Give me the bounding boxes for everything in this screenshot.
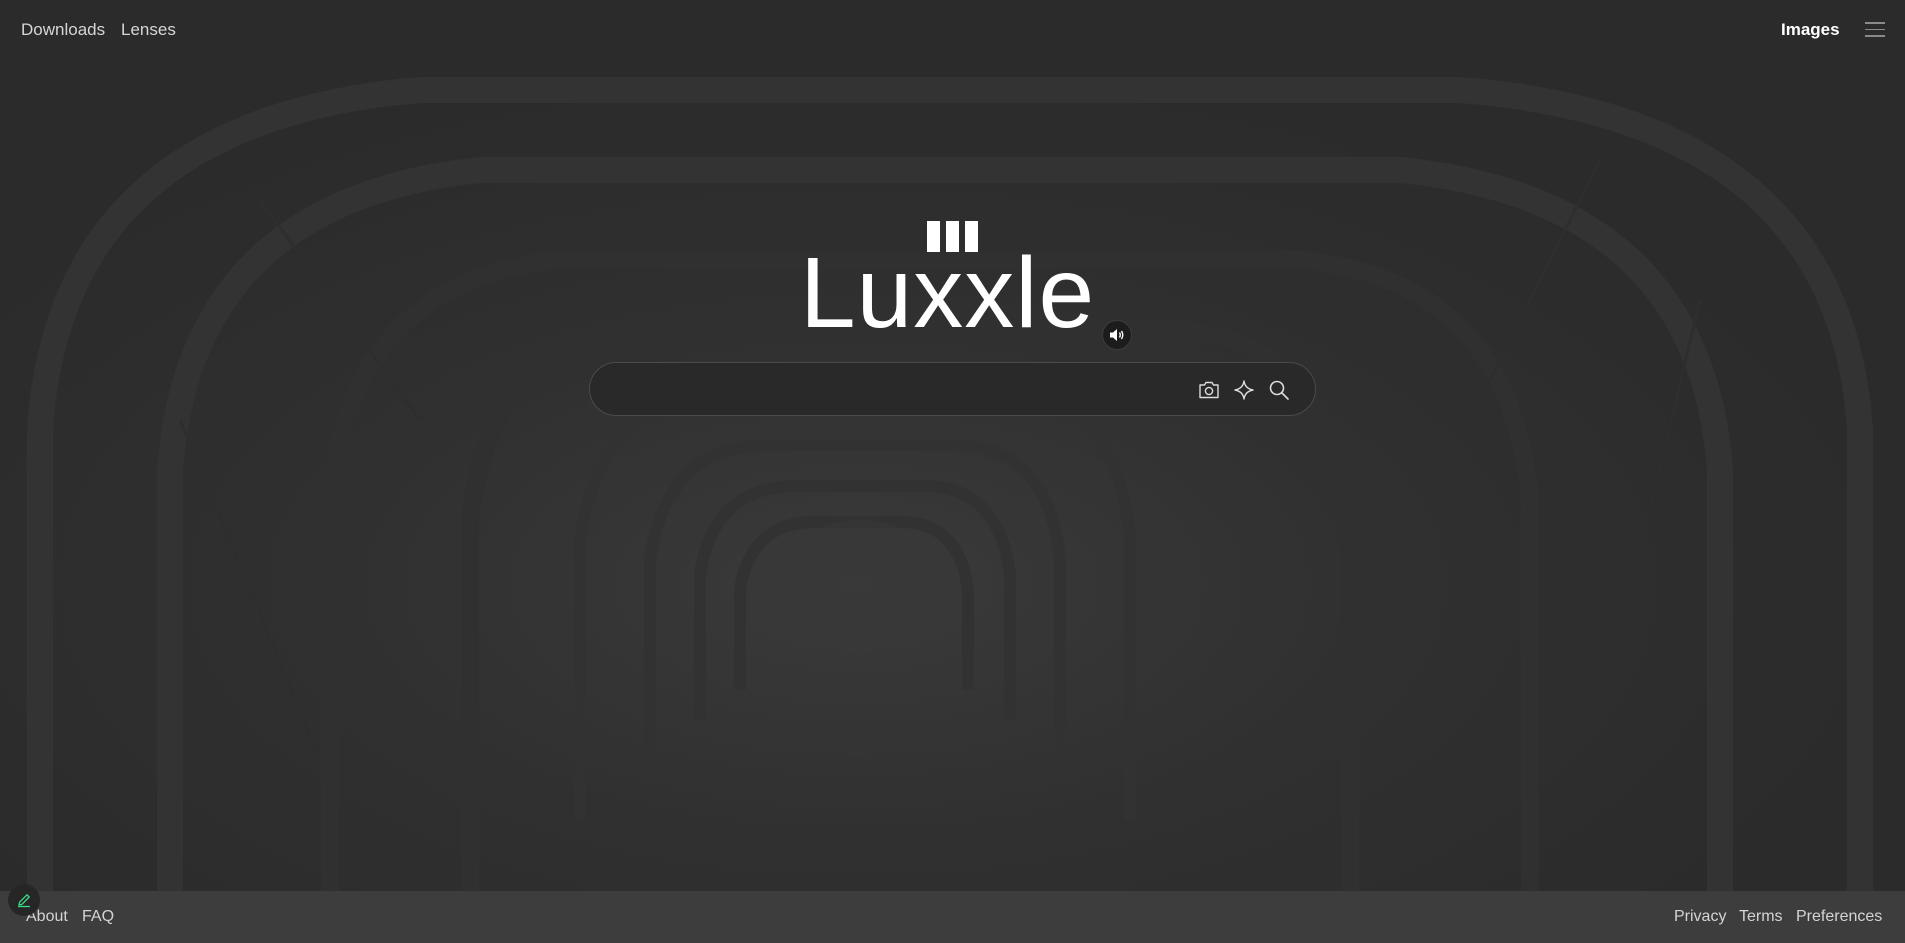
nav-link-lenses[interactable]: Lenses	[121, 20, 176, 40]
search-icon[interactable]	[1266, 377, 1292, 403]
footer-link-privacy[interactable]: Privacy	[1674, 908, 1726, 926]
pencil-glyph	[18, 894, 30, 908]
footer-link-preferences[interactable]: Preferences	[1796, 908, 1882, 926]
footer-link-terms[interactable]: Terms	[1739, 908, 1783, 926]
footer-link-faq[interactable]: FAQ	[82, 908, 114, 926]
menu-line	[1865, 35, 1885, 37]
camera-icon[interactable]	[1196, 377, 1222, 403]
background-corridor-image	[0, 0, 1905, 943]
camera-glyph	[1199, 381, 1219, 399]
sparkle-icon[interactable]	[1231, 377, 1257, 403]
logo-wordmark: Luxxle	[800, 237, 1096, 349]
top-navigation: Downloads Lenses Images	[0, 0, 1905, 60]
hamburger-menu-icon[interactable]	[1865, 22, 1885, 38]
logo: Luxxle	[800, 215, 1105, 345]
nav-link-images[interactable]: Images	[1781, 20, 1840, 40]
page: Downloads Lenses Images Luxxle About FAQ…	[0, 0, 1905, 943]
menu-line	[1865, 22, 1885, 24]
speaker-glyph	[1110, 329, 1124, 341]
pencil-icon[interactable]	[8, 884, 40, 916]
magnifier-glyph	[1269, 380, 1289, 400]
menu-line	[1865, 28, 1885, 30]
speaker-icon[interactable]	[1102, 320, 1132, 350]
nav-link-downloads[interactable]: Downloads	[21, 20, 105, 40]
sparkle-glyph	[1234, 380, 1254, 400]
search-box	[589, 362, 1316, 416]
footer: About FAQ Privacy Terms Preferences	[0, 891, 1905, 943]
search-input[interactable]	[612, 373, 1176, 407]
